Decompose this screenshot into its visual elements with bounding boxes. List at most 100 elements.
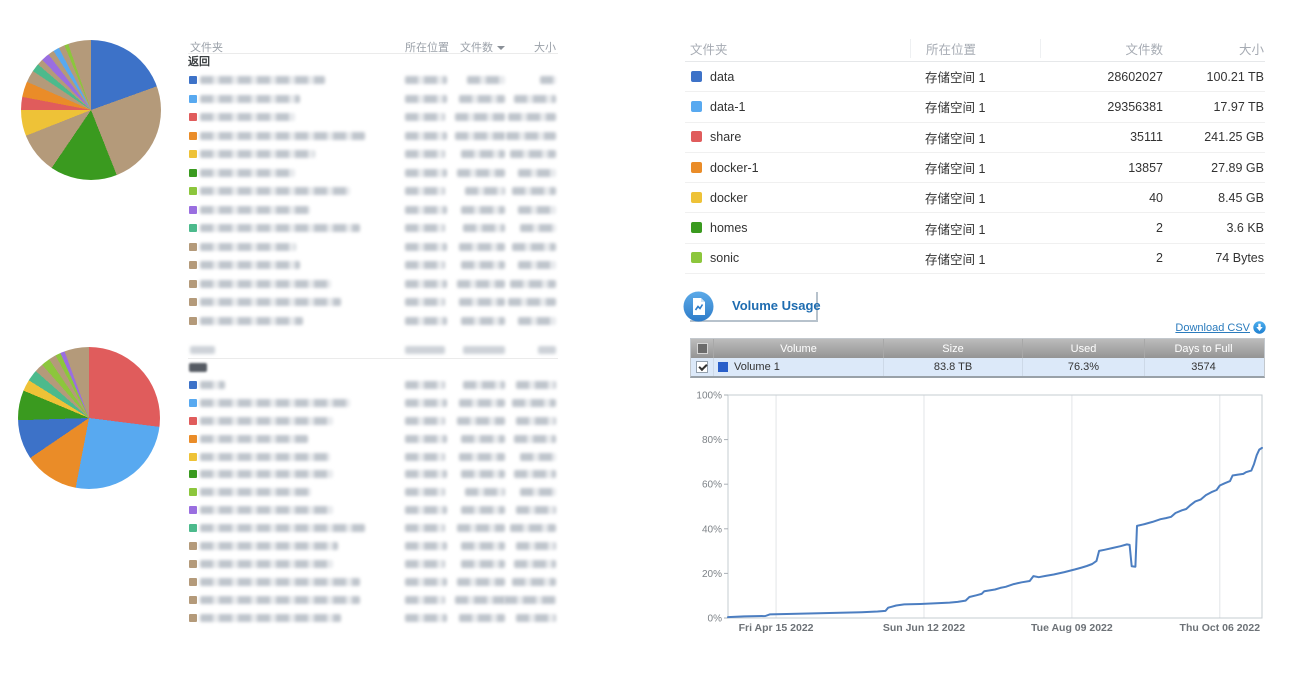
blurred-text bbox=[459, 298, 505, 306]
table-row[interactable] bbox=[188, 145, 558, 164]
blurred-text bbox=[200, 417, 333, 425]
table-row[interactable] bbox=[188, 430, 558, 448]
column-location[interactable]: 所在位置 bbox=[910, 39, 1040, 58]
table-row[interactable] bbox=[188, 238, 558, 257]
folder-color-icon bbox=[189, 614, 197, 622]
folder-color-icon bbox=[189, 76, 197, 84]
folder-size-pie-chart-top bbox=[21, 40, 161, 180]
blurred-text bbox=[405, 224, 445, 232]
table-row[interactable] bbox=[188, 256, 558, 275]
table-row[interactable] bbox=[188, 412, 558, 430]
blurred-text bbox=[463, 224, 505, 232]
select-all-cell[interactable] bbox=[691, 339, 713, 358]
y-tick-label: 20% bbox=[702, 569, 722, 580]
table-row[interactable] bbox=[188, 90, 558, 109]
blurred-text bbox=[516, 381, 556, 389]
table-row[interactable] bbox=[188, 182, 558, 201]
table-row[interactable] bbox=[188, 71, 558, 90]
column-size[interactable]: 大小 bbox=[1163, 39, 1265, 58]
blurred-text bbox=[200, 224, 360, 232]
table-row[interactable] bbox=[188, 312, 558, 331]
table-row[interactable]: homes存储空间 123.6 KB bbox=[685, 213, 1265, 243]
blurred-text bbox=[200, 280, 331, 288]
table-row[interactable] bbox=[188, 201, 558, 220]
table-row[interactable] bbox=[188, 591, 558, 609]
blurred-text bbox=[405, 187, 445, 195]
table-row[interactable] bbox=[188, 293, 558, 312]
blurred-text bbox=[467, 76, 505, 84]
table-row[interactable] bbox=[188, 483, 558, 501]
table-row[interactable] bbox=[188, 376, 558, 394]
table-row[interactable] bbox=[188, 555, 558, 573]
blurred-text bbox=[200, 187, 350, 195]
back-link-blurred[interactable] bbox=[188, 359, 558, 376]
volume-row-checkbox[interactable] bbox=[696, 361, 708, 373]
table-row[interactable] bbox=[188, 573, 558, 591]
download-csv-link[interactable]: Download CSV bbox=[1175, 322, 1250, 334]
blurred-text bbox=[461, 206, 505, 214]
column-folder[interactable]: 文件夹 bbox=[685, 39, 910, 58]
select-all-checkbox[interactable] bbox=[697, 343, 708, 354]
blurred-text bbox=[200, 506, 333, 514]
blurred-text bbox=[504, 596, 556, 604]
folder-filecount: 40 bbox=[1040, 191, 1163, 205]
table-row[interactable] bbox=[188, 537, 558, 555]
blurred-text bbox=[405, 243, 447, 251]
folder-location: 存储空间 1 bbox=[910, 219, 1040, 238]
table-row[interactable]: sonic存储空间 1274 Bytes bbox=[685, 244, 1265, 274]
folder-name: sonic bbox=[710, 251, 739, 265]
table-row[interactable] bbox=[188, 108, 558, 127]
x-tick-label: Fri Apr 15 2022 bbox=[739, 622, 814, 634]
folder-color-icon bbox=[691, 162, 702, 173]
blurred-text bbox=[200, 524, 365, 532]
table-row[interactable] bbox=[188, 501, 558, 519]
blurred-text bbox=[405, 95, 447, 103]
folder-size: 100.21 TB bbox=[1163, 70, 1265, 84]
folder-size: 241.25 GB bbox=[1163, 130, 1265, 144]
download-icon[interactable] bbox=[1253, 321, 1266, 334]
volume-table: Volume Size Used Days to Full Volume 1 8… bbox=[690, 338, 1265, 378]
folder-color-icon bbox=[189, 95, 197, 103]
table-row[interactable]: data-1存储空间 12935638117.97 TB bbox=[685, 92, 1265, 122]
blurred-text bbox=[508, 298, 556, 306]
folder-size-pie-chart-bottom bbox=[18, 347, 160, 489]
table-row[interactable] bbox=[188, 219, 558, 238]
blurred-text bbox=[405, 435, 447, 443]
blurred-text bbox=[514, 95, 556, 103]
table-row[interactable] bbox=[188, 127, 558, 146]
table-row[interactable] bbox=[188, 465, 558, 483]
folder-name-cell: docker bbox=[685, 191, 910, 205]
table-row[interactable] bbox=[188, 164, 558, 183]
table-row[interactable] bbox=[188, 275, 558, 294]
x-tick-label: Sun Jun 12 2022 bbox=[883, 622, 965, 634]
folder-color-icon bbox=[691, 131, 702, 142]
blurred-text bbox=[405, 417, 445, 425]
folder-color-icon bbox=[691, 252, 702, 263]
blurred-text bbox=[510, 280, 556, 288]
folder-color-icon bbox=[189, 381, 197, 389]
table-row[interactable] bbox=[188, 448, 558, 466]
blurred-text bbox=[405, 381, 445, 389]
folder-location: 存储空间 1 bbox=[910, 188, 1040, 207]
table-row[interactable] bbox=[188, 394, 558, 412]
blurred-header-text bbox=[463, 346, 505, 354]
table-header: 文件夹 所在位置 文件数 大小 bbox=[188, 38, 558, 54]
table-row[interactable] bbox=[188, 609, 558, 627]
volume-row[interactable]: Volume 1 83.8 TB 76.3% 3574 bbox=[691, 358, 1264, 376]
back-link[interactable]: 返回 bbox=[188, 54, 558, 71]
table-row[interactable]: docker-1存储空间 11385727.89 GB bbox=[685, 153, 1265, 183]
blurred-text bbox=[457, 578, 505, 586]
blurred-text bbox=[405, 113, 445, 121]
blurred-text bbox=[520, 224, 556, 232]
column-filecount-sort[interactable]: 文件数 bbox=[460, 39, 505, 55]
folder-name: docker bbox=[710, 191, 748, 205]
plot-border bbox=[728, 395, 1262, 618]
table-row[interactable]: data存储空间 128602027100.21 TB bbox=[685, 62, 1265, 92]
column-filecount[interactable]: 文件数 bbox=[1040, 39, 1163, 58]
table-row[interactable]: share存储空间 135111241.25 GB bbox=[685, 123, 1265, 153]
blurred-text bbox=[461, 150, 505, 158]
blurred-text bbox=[512, 187, 556, 195]
table-row[interactable] bbox=[188, 519, 558, 537]
table-row[interactable]: docker存储空间 1408.45 GB bbox=[685, 183, 1265, 213]
row-checkbox-cell[interactable] bbox=[691, 358, 713, 376]
